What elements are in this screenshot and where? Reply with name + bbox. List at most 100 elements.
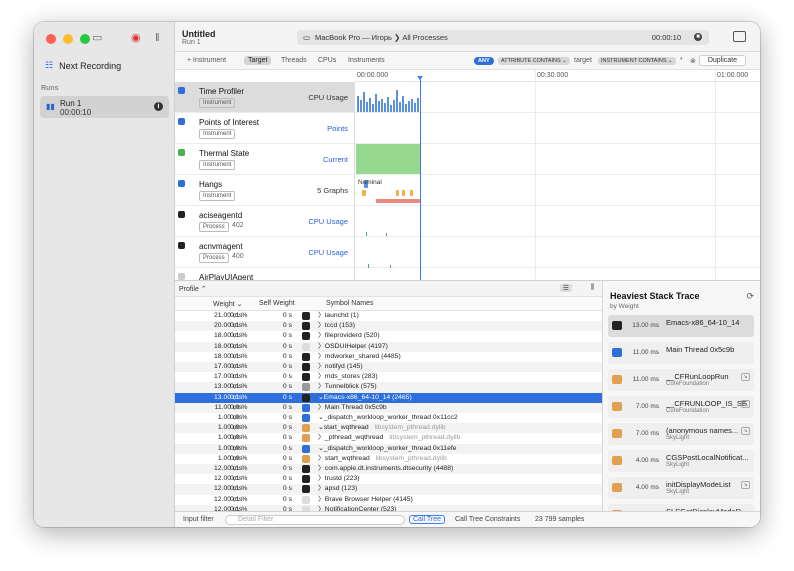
table-row[interactable]: 1.00 ms 0,0 % 0 s 〉start_wqthread libsyst… [175, 454, 602, 464]
table-row[interactable]: 12.00 ms 0,1 % 0 s 〉Brave Browser Helper… [175, 495, 602, 505]
track-detail-type[interactable]: CPU Usage [308, 217, 348, 226]
track-row[interactable]: Hangs Instrument 5 Graphs [175, 175, 760, 206]
minimize-button[interactable] [63, 34, 73, 44]
frame-library: SkyLight [666, 462, 690, 468]
call-tree-constraints-button[interactable]: Call Tree Constraints [455, 516, 520, 523]
duplicate-button[interactable]: Duplicate [698, 55, 746, 66]
table-row[interactable]: 12.00 ms 0,1 % 0 s 〉com.apple.dt.instrum… [175, 464, 602, 475]
table-row[interactable]: 21.00 ms 0,1 % 0 s 〉launchd (1) [175, 311, 602, 321]
track-detail-type[interactable]: CPU Usage [308, 93, 348, 102]
weight-percent-cell: 0,1 % [230, 342, 248, 350]
table-row[interactable]: 11.00 ms 0,0 % 0 s 〉Main Thread 0x5c9b [175, 402, 602, 413]
call-tree-button[interactable]: Call Tree [409, 515, 446, 524]
table-row[interactable]: 1.00 ms 0,0 % 0 s ⌄_dispatch_workloop_wo… [175, 413, 602, 423]
focus-frame-icon[interactable]: ↘ [741, 400, 750, 408]
sidebar-toggle-icon[interactable]: ▭ [92, 32, 102, 44]
table-row[interactable]: 1.00 ms 0,0 % 0 s ⌄start_wqthread libsyst… [175, 423, 602, 434]
stack-frame[interactable]: 13.00 ms Emacs-x86_64-10_14 [608, 315, 754, 337]
frame-library: SkyLight [666, 435, 690, 441]
table-row[interactable]: 13.00 ms 0,1 % 0 s 〉Tunnelblick (575) [175, 382, 602, 393]
track-row[interactable]: Points of Interest Instrument Points [175, 113, 760, 144]
table-row[interactable]: 13.00 ms 0,1 % 0 s ⌄Emacs-x86_64-10_14 (… [175, 392, 602, 403]
track-name: Time Profiler [199, 87, 245, 96]
tab-instruments[interactable]: Instruments [348, 57, 385, 64]
symbol-name: 〉trustd (223) [318, 475, 360, 483]
close-button[interactable] [46, 34, 56, 44]
track-row[interactable]: Thermal State Instrument Current [175, 144, 760, 175]
track-badge: Process [199, 253, 229, 263]
table-row[interactable]: 18.00 ms 0,1 % 0 s 〉fileproviderd (520) [175, 331, 602, 341]
track-row[interactable]: aciseagentd Process 402 CPU Usage [175, 206, 760, 237]
symbol-names-column-header[interactable]: Symbol Names [326, 300, 373, 307]
target-selector[interactable]: ▭ MacBook Pro — Игорь ❯ All Processes 00… [297, 30, 709, 45]
stack-frame[interactable]: 11.00 ms Main Thread 0x5c9b [608, 342, 754, 364]
table-row[interactable]: 1.00 ms 0,0 % 0 s 〉_pthread_wqthread libs… [175, 433, 602, 443]
symbol-name: 〉launchd (1) [318, 312, 359, 319]
table-row[interactable]: 18.00 ms 0,1 % 0 s 〉OSDUIHelper (4197) [175, 341, 602, 352]
table-row[interactable]: 17.00 ms 0,1 % 0 s 〉mds_stores (283) [175, 372, 602, 382]
run-item[interactable]: ▮▮ Run 1 00:00:10 i [40, 96, 169, 118]
table-row[interactable]: 12.00 ms 0,1 % 0 s 〉trustd (223) [175, 474, 602, 484]
track-label[interactable]: acnvmagent Process 400 CPU Usage [175, 237, 355, 267]
zoom-button[interactable] [80, 34, 90, 44]
focus-frame-icon[interactable]: ↘ [741, 427, 750, 435]
track-detail-type[interactable]: Points [327, 124, 348, 133]
table-row[interactable]: 12.00 ms 0,1 % 0 s 〉apsd (123) [175, 484, 602, 495]
tab-cpus[interactable]: CPUs [318, 57, 336, 64]
tab-target[interactable]: Target [244, 56, 272, 65]
expand-icon[interactable]: ⟳ [746, 291, 754, 302]
call-tree: 21.00 ms 0,1 % 0 s 〉launchd (1) 20.00 ms … [175, 311, 602, 512]
track-detail-type[interactable]: Current [323, 155, 348, 164]
track-label[interactable]: Hangs Instrument 5 Graphs [175, 175, 355, 205]
library-name: libsystem_pthread.dylib [389, 434, 461, 442]
track-row[interactable]: Time Profiler Instrument CPU Usage [175, 82, 760, 113]
stack-frame[interactable]: 7.00 ms __CFRUNLOOP_IS_SE... CoreFoundat… [608, 396, 754, 418]
next-recording-button[interactable]: ☷ Next Recording [45, 60, 121, 71]
wildcard-text: * [680, 57, 683, 64]
stop-icon[interactable]: ■ [694, 33, 702, 41]
self-weight-cell: 0 s [282, 454, 292, 462]
track-detail-type[interactable]: CPU Usage [308, 248, 348, 257]
self-weight-column-header[interactable]: Self Weight [259, 300, 295, 307]
any-token[interactable]: ANY [474, 57, 494, 65]
document-title: Untitled [182, 29, 216, 39]
add-instrument-button[interactable]: + Instrument [187, 57, 226, 64]
track-label[interactable]: aciseagentd Process 402 CPU Usage [175, 206, 355, 236]
library-icon[interactable] [733, 31, 746, 42]
symbol-name: ⌄Emacs-x86_64-10_14 (2465) [318, 393, 412, 401]
attribute-filter-token[interactable]: ATTRIBUTE CONTAINS ⌄ [498, 57, 570, 65]
symbol-name: 〉fileproviderd (520) [318, 332, 380, 340]
info-icon[interactable]: i [154, 102, 163, 111]
instrument-filter-token[interactable]: INSTRUMENT CONTAINS ⌄ [598, 57, 676, 65]
track-detail-type[interactable]: 5 Graphs [317, 186, 348, 195]
table-row[interactable]: 1.00 ms 0,0 % 0 s ⌄_dispatch_workloop_wo… [175, 443, 602, 454]
frame-icon [612, 483, 622, 492]
clear-filter-icon[interactable]: ⊗ [690, 57, 696, 65]
table-row[interactable]: 17.00 ms 0,1 % 0 s 〉notifyd (145) [175, 362, 602, 373]
track-row[interactable]: acnvmagent Process 400 CPU Usage [175, 237, 760, 268]
detail-filter-input[interactable]: Detail Filter [225, 515, 405, 525]
list-view-icon[interactable]: ☰ [559, 284, 572, 292]
track-label[interactable]: Thermal State Instrument Current [175, 144, 355, 174]
track-name: Points of Interest [199, 118, 260, 127]
focus-frame-icon[interactable]: ↘ [741, 373, 750, 381]
stack-frame[interactable]: 7.00 ms (anonymous names... SkyLight ↘ [608, 423, 754, 445]
table-row[interactable]: 20.00 ms 0,1 % 0 s 〉tccd (153) [175, 321, 602, 332]
track-label[interactable]: Time Profiler Instrument CPU Usage [175, 82, 355, 112]
flame-view-icon[interactable]: ⫼ [591, 284, 594, 292]
record-icon[interactable]: ◉ [131, 32, 141, 44]
weight-percent-cell: 0,1 % [230, 485, 248, 493]
track-badge: Process [199, 222, 229, 232]
pause-icon[interactable]: ‖ [155, 32, 160, 44]
symbol-icon [302, 424, 310, 433]
profile-selector[interactable]: Profile ⌃ [179, 285, 207, 293]
stack-frame[interactable]: 4.00 ms initDisplayModeList SkyLight ↘ [608, 477, 754, 499]
weight-column-header[interactable]: Weight ⌄ [213, 300, 242, 308]
track-label[interactable]: Points of Interest Instrument Points [175, 113, 355, 143]
focus-frame-icon[interactable]: ↘ [741, 481, 750, 489]
table-row[interactable]: 18.00 ms 0,1 % 0 s 〉mdworker_shared (448… [175, 352, 602, 362]
tab-threads[interactable]: Threads [281, 57, 307, 64]
stack-frame[interactable]: 4.00 ms CGSPostLocalNotificat... SkyLigh… [608, 450, 754, 472]
stack-frame[interactable]: 11.00 ms __CFRunLoopRun CoreFoundation ↘ [608, 369, 754, 391]
samples-count: 23 799 samples [535, 516, 585, 523]
